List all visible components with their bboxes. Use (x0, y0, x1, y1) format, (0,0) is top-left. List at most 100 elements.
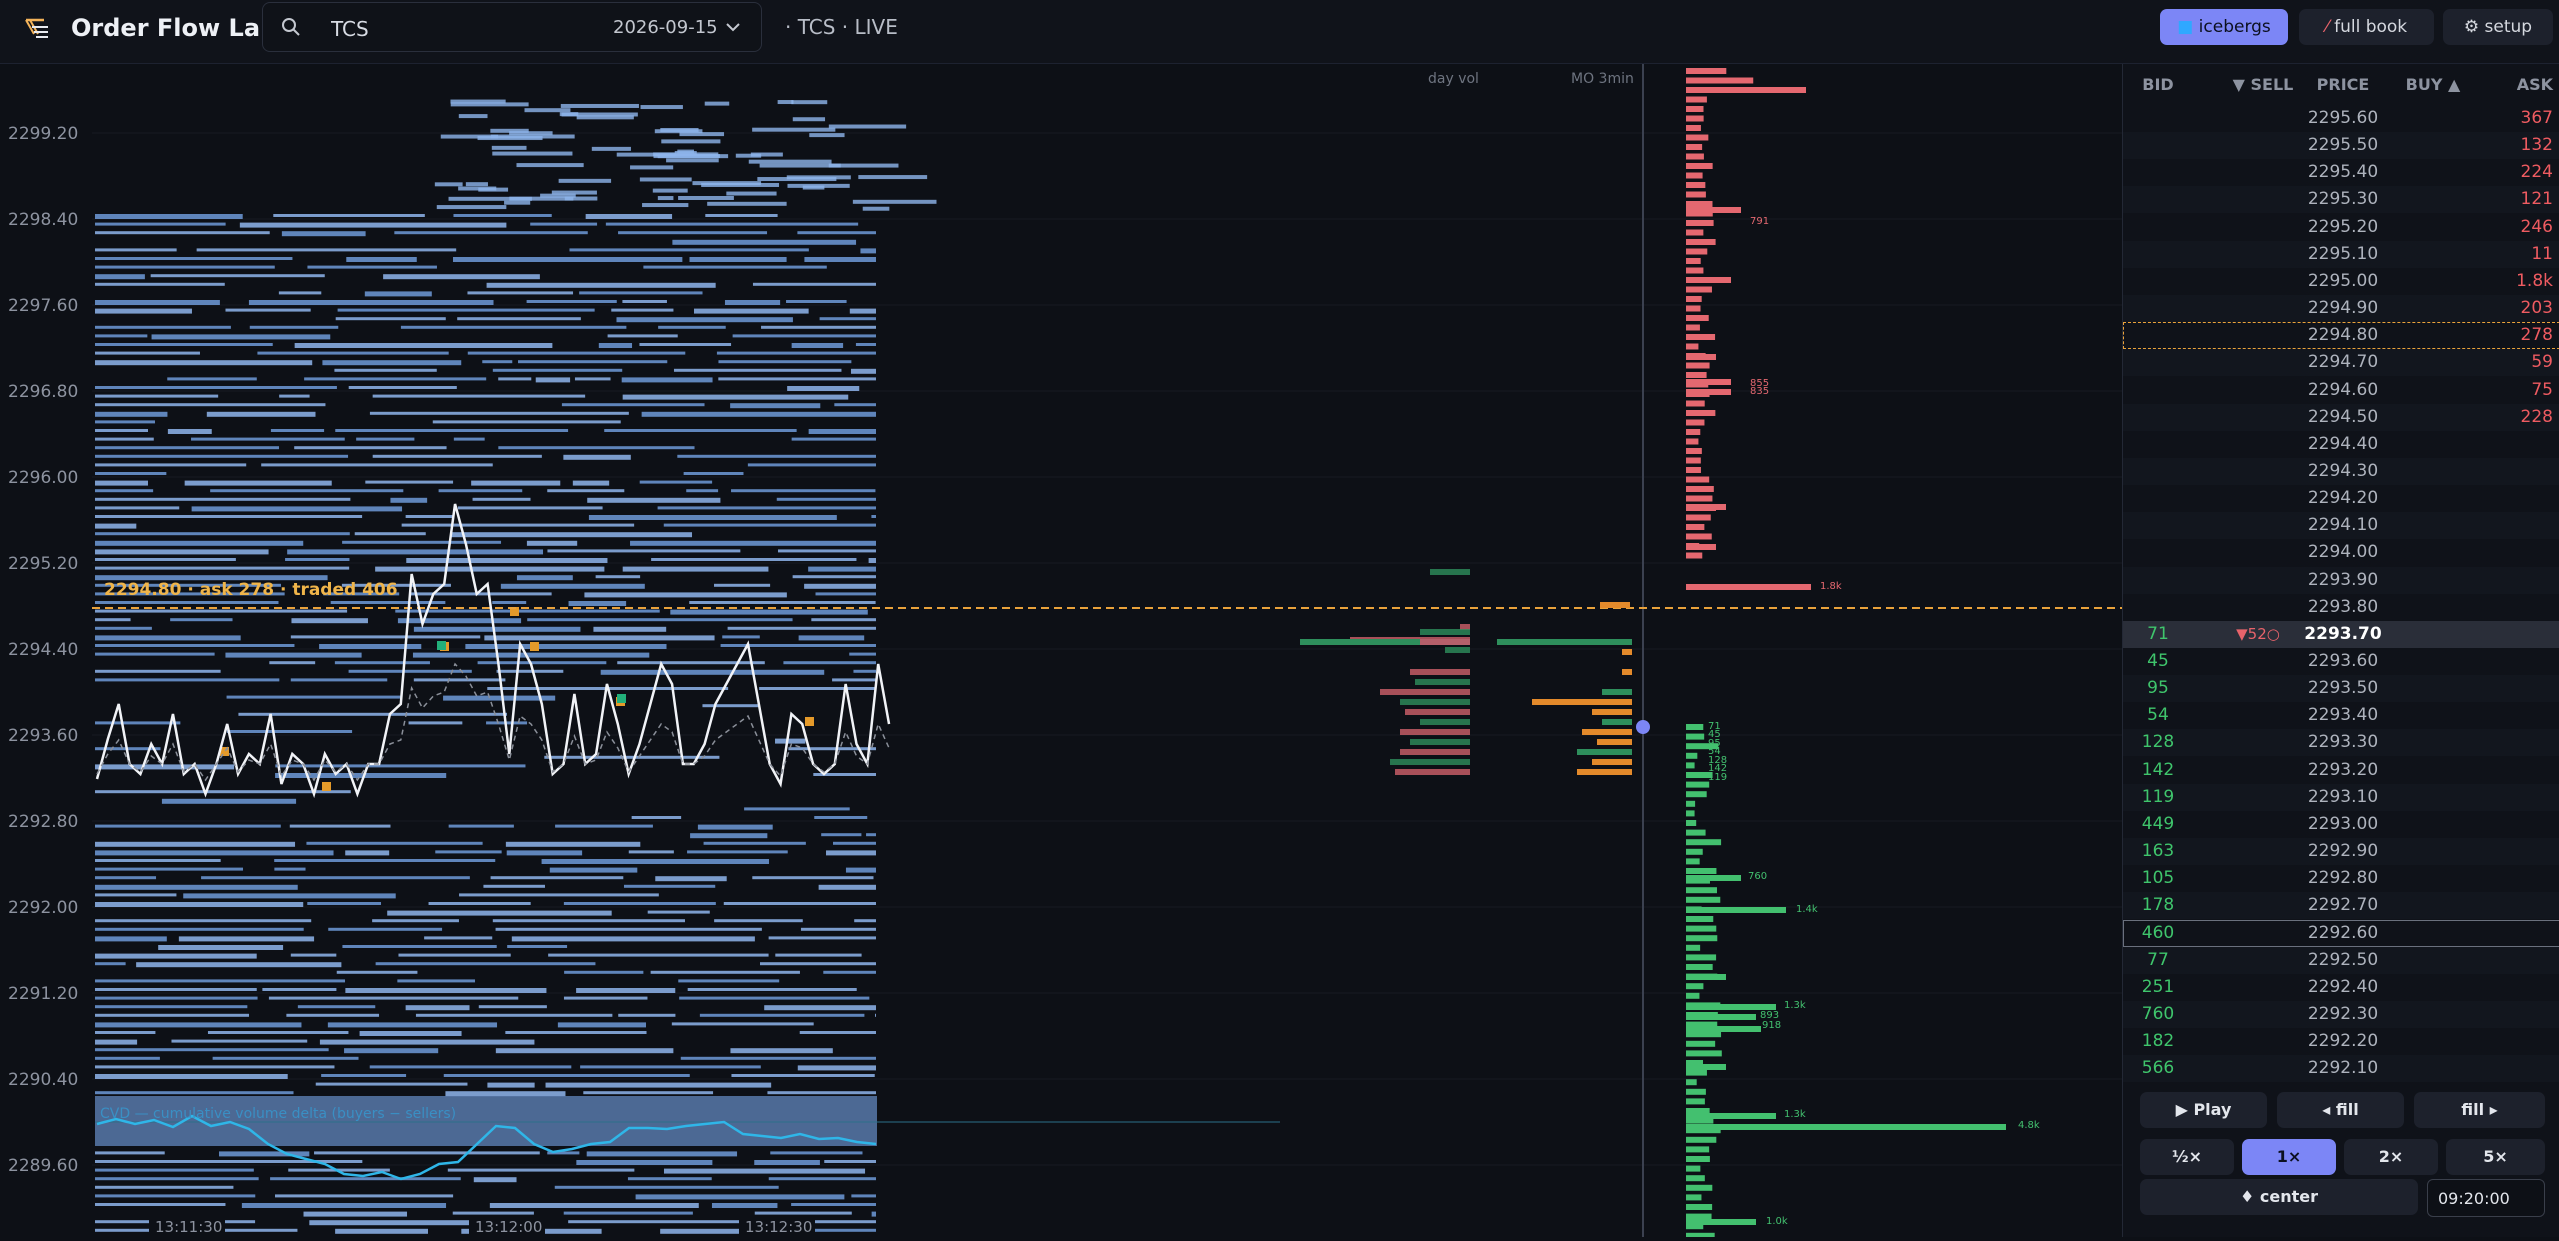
ladder-row[interactable]: 2295.30 121 (2123, 186, 2559, 214)
ladder-row[interactable]: 105 2292.80 (2123, 865, 2559, 892)
liquidity-band (432, 420, 621, 424)
ladder-row[interactable]: 128 2293.30 (2123, 729, 2559, 757)
ladder-header-sell[interactable]: ▼ SELL (2223, 70, 2303, 100)
ladder-row[interactable]: 2293.80 (2123, 594, 2559, 621)
ask-depth-bar (1686, 354, 1716, 360)
ladder-ask: 246 (2520, 216, 2553, 237)
bid-depth-bar (1686, 868, 1717, 874)
trade-marker-sell (322, 782, 331, 791)
liquidity-band (579, 291, 703, 295)
liquidity-band (851, 1194, 876, 1198)
ladder-row[interactable]: 182 2292.20 (2123, 1028, 2559, 1055)
ladder-row[interactable]: 2294.50 228 (2123, 403, 2559, 431)
ladder-row[interactable]: 2295.20 246 (2123, 214, 2559, 241)
ladder-row[interactable]: 2295.00 1.8k (2123, 268, 2559, 295)
liquidity-band (661, 139, 721, 144)
liquidity-band (663, 523, 876, 527)
liquidity-band (639, 343, 732, 346)
liquidity-band (509, 131, 553, 136)
ladder-row[interactable]: 2294.10 (2123, 512, 2559, 540)
ladder-row[interactable]: 2293.90 (2123, 566, 2559, 594)
ask-depth-bar (1686, 334, 1716, 340)
ladder-price: 2294.30 (2307, 460, 2379, 481)
ladder-row[interactable]: 163 2292.90 (2123, 838, 2559, 866)
liquidity-band (201, 876, 470, 880)
liquidity-band (412, 652, 650, 658)
fill-back-button[interactable]: ◂ fill (2277, 1092, 2404, 1128)
speed-1x-button[interactable]: 1× (2242, 1139, 2336, 1175)
ladder-row[interactable]: 2294.60 75 (2123, 377, 2559, 404)
mo-bar (1532, 699, 1632, 705)
bid-depth-bar (1686, 1079, 1697, 1086)
icebergs-toggle[interactable]: ■ icebergs (2160, 9, 2288, 45)
liquidity-band (792, 117, 826, 122)
liquidity-band (342, 945, 497, 948)
bid-depth-bar (1686, 839, 1722, 846)
time-input[interactable] (2427, 1179, 2545, 1217)
speed-half-button[interactable]: ½× (2140, 1139, 2234, 1175)
menu-logo-icon[interactable] (22, 14, 54, 46)
search-input[interactable] (329, 16, 533, 42)
ask-depth-bar (1686, 207, 1741, 213)
full-book-toggle[interactable]: ⁄ full book (2299, 9, 2434, 45)
ladder-row[interactable]: 2295.60 367 (2123, 105, 2559, 132)
liquidity-band (344, 1048, 439, 1054)
liquidity-band (191, 506, 403, 512)
speed-5x-button[interactable]: 5× (2446, 1139, 2545, 1175)
pen-icon: ⁄ (2325, 17, 2329, 37)
bid-depth-bar (1686, 829, 1706, 836)
ladder-row[interactable]: 54 2293.40 (2123, 702, 2559, 729)
ladder-price: 2293.20 (2307, 759, 2379, 780)
liquidity-band (191, 437, 345, 441)
ladder-row[interactable]: 566 2292.10 (2123, 1055, 2559, 1083)
ladder-row[interactable]: 119 2293.10 (2123, 783, 2559, 811)
liquidity-band (526, 540, 578, 546)
ladder-row[interactable]: 2294.90 203 (2123, 295, 2559, 323)
liquidity-band (855, 343, 876, 346)
order-flow-chart[interactable]: 2299.20 2298.40 2297.60 2296.80 2296.00 2295.… (0, 64, 2122, 1241)
ladder-row[interactable]: 2294.00 (2123, 539, 2559, 566)
ladder-row[interactable]: 2295.40 224 (2123, 159, 2559, 186)
liquidity-band (335, 317, 446, 321)
ladder-row[interactable]: 95 2293.50 (2123, 675, 2559, 703)
ladder-row[interactable]: 449 2293.00 (2123, 811, 2559, 838)
liquidity-band (413, 678, 506, 682)
center-button[interactable]: ♦ center (2140, 1179, 2418, 1215)
play-button[interactable]: ▶ Play (2140, 1092, 2267, 1128)
fill-forward-button[interactable]: fill ▸ (2414, 1092, 2545, 1128)
ladder-row[interactable]: 178 2292.70 (2123, 892, 2559, 920)
liquidity-band (95, 635, 241, 641)
ladder-row[interactable]: 71 ▼52○ 2293.70 (2123, 620, 2559, 648)
ladder-row[interactable]: 2294.40 (2123, 431, 2559, 458)
ladder-header-buy[interactable]: BUY ▲ (2393, 70, 2473, 100)
ladder-row[interactable]: 45 2293.60 (2123, 648, 2559, 675)
day-vol-bar (1405, 709, 1470, 715)
ladder-row[interactable]: 2294.70 59 (2123, 349, 2559, 377)
liquidity-band (692, 181, 762, 186)
liquidity-band (563, 1211, 693, 1215)
ladder-row[interactable]: 460 2292.60 (2123, 919, 2559, 947)
liquidity-band (622, 566, 769, 572)
ladder-row[interactable]: 2295.10 11 (2123, 240, 2559, 268)
liquidity-band (679, 996, 870, 1000)
liquidity-band (443, 1074, 690, 1077)
ladder-row[interactable]: 2295.50 132 (2123, 132, 2559, 160)
ladder-row[interactable]: 142 2293.20 (2123, 757, 2559, 784)
ladder-row[interactable]: 251 2292.40 (2123, 974, 2559, 1001)
symbol-search[interactable]: 2026-09-15 (262, 2, 762, 52)
speed-2x-button[interactable]: 2× (2344, 1139, 2438, 1175)
ladder-row[interactable]: 2294.80 278 (2123, 322, 2559, 350)
session-date[interactable]: 2026-09-15 (613, 17, 718, 38)
liquidity-band (671, 1022, 814, 1026)
chart-canvas[interactable]: 2299.20 2298.40 2297.60 2296.80 2296.00 2295.… (0, 64, 2122, 1241)
ladder-price: 2292.10 (2307, 1058, 2379, 1079)
ladder-row[interactable]: 760 2292.30 (2123, 1000, 2559, 1028)
chevron-down-icon[interactable] (725, 20, 741, 34)
ladder-row[interactable]: 77 2292.50 (2123, 946, 2559, 974)
liquidity-band (95, 893, 177, 897)
liquidity-band (677, 454, 876, 458)
setup-button[interactable]: ⚙ setup (2443, 9, 2553, 45)
liquidity-band (574, 377, 611, 381)
ladder-row[interactable]: 2294.30 (2123, 457, 2559, 485)
ladder-row[interactable]: 2294.20 (2123, 485, 2559, 512)
